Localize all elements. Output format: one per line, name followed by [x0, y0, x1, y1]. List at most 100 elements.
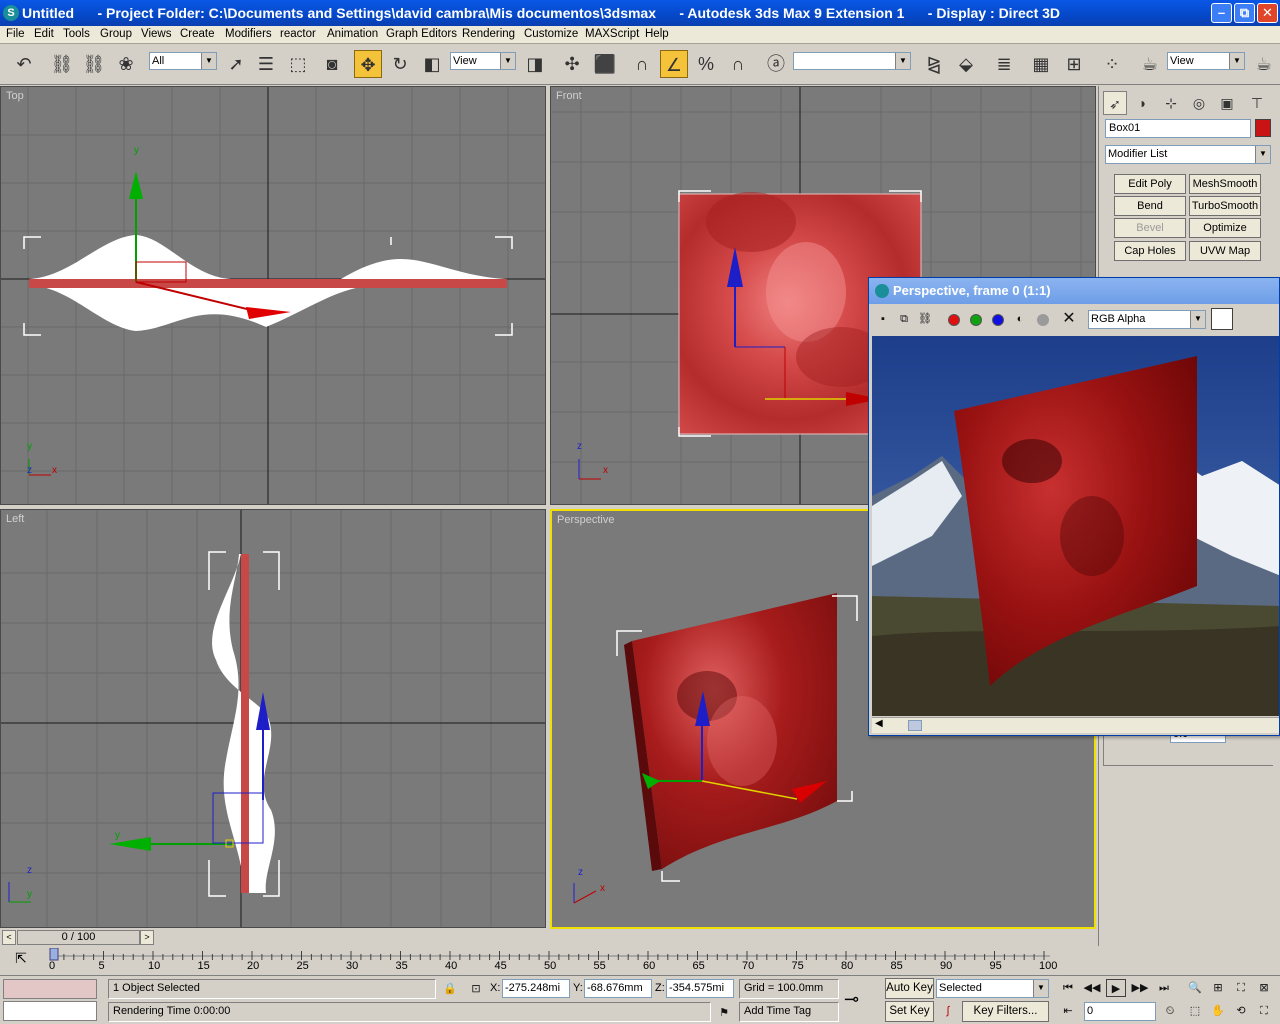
menu-tools[interactable]: Tools [63, 28, 90, 40]
prev-frame-icon[interactable]: < [2, 930, 16, 945]
green-channel-icon[interactable] [970, 314, 982, 326]
undo-icon[interactable]: ↶ [10, 50, 38, 78]
uvw-map-button[interactable]: UVW Map [1189, 241, 1261, 261]
time-tag-icon[interactable]: ⚑ [714, 1004, 734, 1022]
meshsmooth-button[interactable]: MeshSmooth [1189, 174, 1261, 194]
menu-rendering[interactable]: Rendering [462, 28, 515, 40]
minimize-button[interactable]: – [1211, 3, 1232, 23]
maxscript-listener-pink[interactable] [3, 979, 97, 999]
menu-group[interactable]: Group [100, 28, 132, 40]
save-bitmap-icon[interactable]: ▪ [873, 310, 893, 328]
key-mode-dropdown[interactable]: Selected ▼ [936, 979, 1049, 998]
hierarchy-tab-icon[interactable]: ⊹ [1159, 91, 1183, 115]
region-zoom-icon[interactable]: ⬚ [1185, 1002, 1205, 1020]
utilities-tab-icon[interactable]: ⊤ [1245, 91, 1269, 115]
menu-customize[interactable]: Customize [524, 28, 578, 40]
time-slider-thumb[interactable]: 0 / 100 [17, 930, 140, 945]
channel-display-dropdown[interactable]: RGB Alpha ▼ [1088, 310, 1206, 329]
modifier-list-dropdown[interactable]: Modifier List ▼ [1105, 145, 1271, 164]
scroll-left-icon[interactable]: ◀ [875, 718, 883, 729]
bend-button[interactable]: Bend [1114, 196, 1186, 216]
display-tab-icon[interactable]: ▣ [1215, 91, 1239, 115]
object-color-swatch[interactable] [1255, 119, 1271, 137]
select-object-icon[interactable]: ➚ [222, 50, 250, 78]
layer-manager-icon[interactable]: ≣ [990, 50, 1018, 78]
menu-help[interactable]: Help [645, 28, 669, 40]
quick-render-icon[interactable]: ☕ [1250, 50, 1278, 78]
select-by-name-icon[interactable]: ☰ [252, 50, 280, 78]
clear-icon[interactable]: ✕ [1059, 310, 1079, 328]
monochrome-icon[interactable] [1037, 314, 1049, 326]
viewport-label-top[interactable]: Top [6, 90, 24, 102]
percent-snap-icon[interactable]: % [692, 50, 720, 78]
curve-editor-icon[interactable]: ▦ [1027, 50, 1055, 78]
select-and-rotate-icon[interactable]: ↻ [386, 50, 414, 78]
default-in-out-key-icon[interactable]: ⊸ [844, 989, 859, 1010]
arc-rotate-icon[interactable]: ⟲ [1231, 1002, 1251, 1020]
menu-graph-editors[interactable]: Graph Editors [386, 28, 457, 40]
spinner-snap-icon[interactable]: ∩ [724, 50, 752, 78]
viewport-top[interactable]: y Top y z x [0, 86, 546, 505]
auto-key-button[interactable]: Auto Key [885, 978, 934, 999]
color-swatch[interactable] [1211, 308, 1233, 330]
edit-named-selection-icon[interactable]: ⓐ [762, 50, 790, 78]
pivot-center-icon[interactable]: ◨ [521, 50, 549, 78]
maxscript-listener-white[interactable] [3, 1001, 97, 1021]
optimize-button[interactable]: Optimize [1189, 218, 1261, 238]
goto-start-icon[interactable]: ⏮ [1058, 979, 1078, 997]
object-name-field[interactable]: Box01 [1105, 119, 1251, 138]
set-key-button[interactable]: Set Key [885, 1001, 934, 1022]
current-frame-input[interactable]: 0 [1084, 1002, 1156, 1021]
viewport-label-front[interactable]: Front [556, 90, 582, 102]
clone-frame-icon[interactable]: ⧉ [894, 310, 914, 328]
select-and-move-icon[interactable]: ✥ [354, 50, 382, 78]
zoom-all-icon[interactable]: ⊞ [1208, 979, 1228, 997]
track-frame-icon[interactable]: ⛓ [915, 310, 935, 328]
select-and-manipulate-icon[interactable]: ✣ [558, 50, 586, 78]
menu-reactor[interactable]: reactor [280, 28, 316, 40]
align-icon[interactable]: ⬙ [952, 50, 980, 78]
menu-modifiers[interactable]: Modifiers [225, 28, 272, 40]
time-slider[interactable]: < 0 / 100 > [0, 929, 1096, 947]
schematic-view-icon[interactable]: ⊞ [1060, 50, 1088, 78]
red-channel-icon[interactable] [948, 314, 960, 326]
modify-tab-icon[interactable]: ◗ [1131, 91, 1155, 115]
3dsmax-app-icon[interactable]: S [3, 5, 19, 21]
goto-end-icon[interactable]: ⏭ [1154, 979, 1174, 997]
menu-edit[interactable]: Edit [34, 28, 54, 40]
previous-frame-icon[interactable]: ◀◀ [1082, 979, 1102, 997]
select-and-link-icon[interactable]: ⛓ [48, 50, 76, 78]
viewport-left[interactable]: Left y z y [0, 509, 546, 928]
selection-filter-dropdown[interactable]: All ▼ [149, 52, 217, 70]
maximize-button[interactable]: ⧉ [1234, 3, 1255, 23]
zoom-extents-all-icon[interactable]: ⊠ [1254, 979, 1274, 997]
next-frame-icon[interactable]: ▶▶ [1130, 979, 1150, 997]
menu-maxscript[interactable]: MAXScript [585, 28, 639, 40]
z-coord-input[interactable]: -354.575mi [666, 979, 734, 998]
named-selection-dropdown[interactable]: ▼ [793, 52, 911, 70]
frame-horizontal-scrollbar[interactable]: ◀ [872, 717, 1279, 733]
zoom-extents-icon[interactable]: ⛶ [1231, 979, 1251, 997]
key-filters-button[interactable]: Key Filters... [962, 1001, 1049, 1022]
edit-poly-button[interactable]: Edit Poly [1114, 174, 1186, 194]
reference-coordinate-dropdown[interactable]: View ▼ [450, 52, 516, 70]
close-button[interactable]: ✕ [1257, 3, 1278, 23]
key-tangent-icon[interactable]: ∫ [938, 1002, 958, 1020]
next-frame-icon[interactable]: > [140, 930, 154, 945]
create-tab-icon[interactable]: ➶ [1103, 91, 1127, 115]
key-mode-toggle-icon[interactable]: ⇤ [1058, 1002, 1078, 1020]
render-type-dropdown[interactable]: View ▼ [1167, 52, 1245, 70]
snaps-toggle-icon[interactable]: ∩ [628, 50, 656, 78]
play-icon[interactable]: ▶ [1106, 979, 1126, 997]
render-scene-icon[interactable]: ☕ [1136, 50, 1164, 78]
select-and-scale-icon[interactable]: ◧ [418, 50, 446, 78]
scroll-thumb[interactable] [908, 720, 922, 731]
alpha-channel-icon[interactable]: ◐ [1010, 310, 1030, 328]
time-configuration-icon[interactable]: ⏲ [1160, 1002, 1180, 1020]
mirror-icon[interactable]: ⧎ [920, 50, 948, 78]
window-crossing-icon[interactable]: ◙ [318, 50, 346, 78]
keyboard-shortcut-override-icon[interactable]: ⬛ [591, 50, 619, 78]
unlink-selection-icon[interactable]: ⛓ [80, 50, 108, 78]
motion-tab-icon[interactable]: ◎ [1187, 91, 1211, 115]
absolute-transform-icon[interactable]: ⊡ [466, 980, 486, 998]
